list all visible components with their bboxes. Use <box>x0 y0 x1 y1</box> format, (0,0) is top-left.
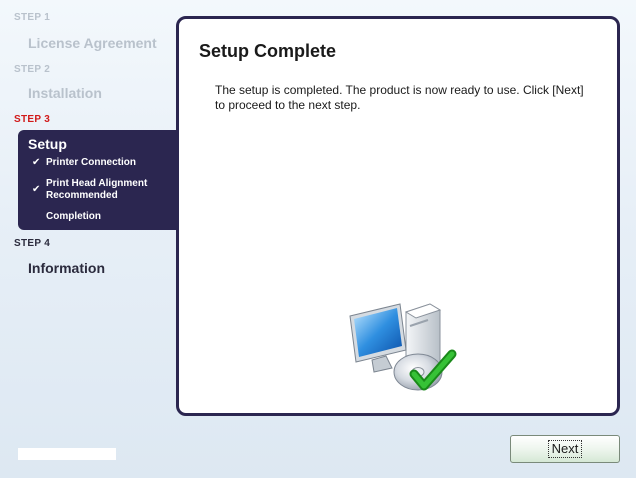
step-4-label: STEP 4 <box>14 238 51 249</box>
step-4-title: Information <box>28 260 105 276</box>
step-2-title: Installation <box>28 85 102 101</box>
content-panel: Setup Complete The setup is completed. T… <box>176 16 620 416</box>
check-icon: ✔ <box>32 157 41 168</box>
step-3-title: Setup <box>28 136 67 152</box>
step-2-label: STEP 2 <box>14 64 51 75</box>
check-icon: ✔ <box>32 184 41 195</box>
next-button-label: Next <box>547 440 583 458</box>
step-1-label: STEP 1 <box>14 12 51 23</box>
step-3-label: STEP 3 <box>14 114 51 125</box>
next-button[interactable]: Next <box>510 435 620 463</box>
substep-label: Print Head Alignment <box>46 178 148 189</box>
substep-label-2: Recommended <box>46 190 118 201</box>
substep-print-head-alignment: ✔ Print Head Alignment Recommended <box>32 178 147 202</box>
computer-cd-icon <box>349 303 457 391</box>
substep-label-group: Print Head Alignment Recommended <box>46 178 147 202</box>
setup-message: The setup is completed. The product is n… <box>215 83 584 112</box>
step-3-panel: Setup ✔ Printer Connection ✔ Print Head … <box>18 130 176 230</box>
substep-printer-connection: ✔ Printer Connection <box>32 157 136 169</box>
setup-window: STEP 1 License Agreement STEP 2 Installa… <box>0 0 636 478</box>
step-1-title: License Agreement <box>28 35 157 51</box>
substep-label: Printer Connection <box>46 157 137 168</box>
substep-completion: Completion <box>32 211 101 223</box>
page-title: Setup Complete <box>199 41 337 61</box>
substep-label: Completion <box>46 211 101 222</box>
status-strip <box>18 448 116 460</box>
